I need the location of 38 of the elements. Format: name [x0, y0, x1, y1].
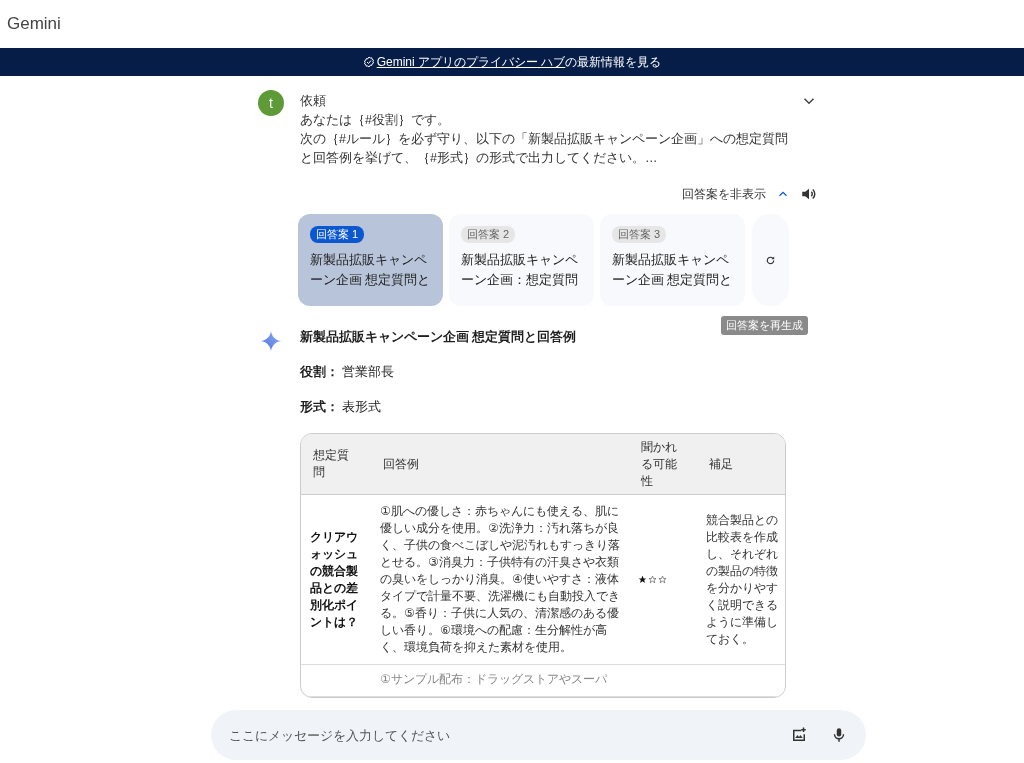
draft-label: 回答案 3: [612, 226, 667, 243]
table-cell: ①肌への優しさ：赤ちゃんにも使える、肌に優しい成分を使用。②洗浄力：汚れ落ちが良く、子供の食べこぼしや泥汚れもすっきり落とせる。③消臭力：子供特有の汗臭さや衣類の臭いをしっかり消臭。④使いやすさ：液体タイプで計量不要、洗濯機にも自動投入できる。⑤香り：子供に人気の、清潔感のある優しい香り。⑥環境への配慮：生分解性が高く、環境負荷を抑えた素材を使用。: [371, 494, 629, 665]
draft-preview: 新製品拡販キャンペ ーン企画 想定質問と: [310, 252, 431, 289]
star-icon: [648, 575, 657, 584]
response-title: 新製品拡販キャンペーン企画 想定質問と回答例: [300, 329, 578, 346]
star-icon: [638, 575, 647, 584]
draft-card[interactable]: 回答案 1 新製品拡販キャンペ ーン企画 想定質問と: [298, 214, 443, 306]
response-field: 役割： 営業部長: [300, 363, 786, 381]
column-header: 回答例: [371, 434, 629, 495]
hide-drafts-button[interactable]: 回答案を非表示: [682, 185, 790, 203]
draft-preview: 新製品拡販キャンペ ーン企画 想定質問と: [612, 252, 733, 289]
privacy-hub-link[interactable]: Gemini アプリのプライバシー ハブ: [376, 54, 566, 69]
user-avatar: t: [258, 90, 284, 116]
input-bar[interactable]: ここにメッセージを入力してください: [211, 710, 866, 760]
table-cell: ①サンプル配布：ドラッグストアやスーパ: [371, 664, 629, 697]
banner-text: Gemini アプリのプライバシー ハブの最新情報を見る: [376, 53, 662, 71]
sparkle-icon: [260, 330, 282, 352]
refresh-icon: [765, 254, 776, 266]
table-cell: 競合製品との比較表を作成し、それぞれの製品の特徴を分かりやすく説明できるように準備しておく。: [697, 494, 785, 665]
draft-label: 回答案 1: [310, 226, 365, 243]
tooltip: 回答案を再生成: [721, 316, 808, 335]
column-header: 補足: [697, 434, 785, 495]
image-add-icon[interactable]: [790, 726, 808, 744]
prompt-title: 依頼: [300, 93, 327, 110]
verified-icon: [362, 56, 375, 68]
draft-card[interactable]: 回答案 2 新製品拡販キャンペ ーン企画：想定質問: [449, 214, 594, 306]
response-field: 形式： 表形式: [300, 398, 786, 416]
app-title[interactable]: Gemini: [7, 14, 61, 34]
table-cell: クリアウォッシュの競合製品との差別化ポイントは？: [301, 494, 371, 665]
column-header: 想定質問: [301, 434, 371, 495]
draft-label: 回答案 2: [461, 226, 516, 243]
star-icon: [658, 575, 667, 584]
draft-card[interactable]: 回答案 3 新製品拡販キャンペ ーン企画 想定質問と: [600, 214, 745, 306]
message-input[interactable]: ここにメッセージを入力してください: [227, 726, 768, 744]
prompt-text: 次の｛#ルール｝を必ず守り、以下の「新製品拡販キャンペーン企画」への想定質問と回答例を挙げて、｛#形式｝の形式で出力してください。…: [300, 131, 789, 167]
draft-preview: 新製品拡販キャンペ ーン企画：想定質問: [461, 252, 578, 289]
prompt-text: あなたは｛#役割｝です。: [300, 112, 451, 129]
column-header: 聞かれる可能性: [629, 434, 697, 495]
